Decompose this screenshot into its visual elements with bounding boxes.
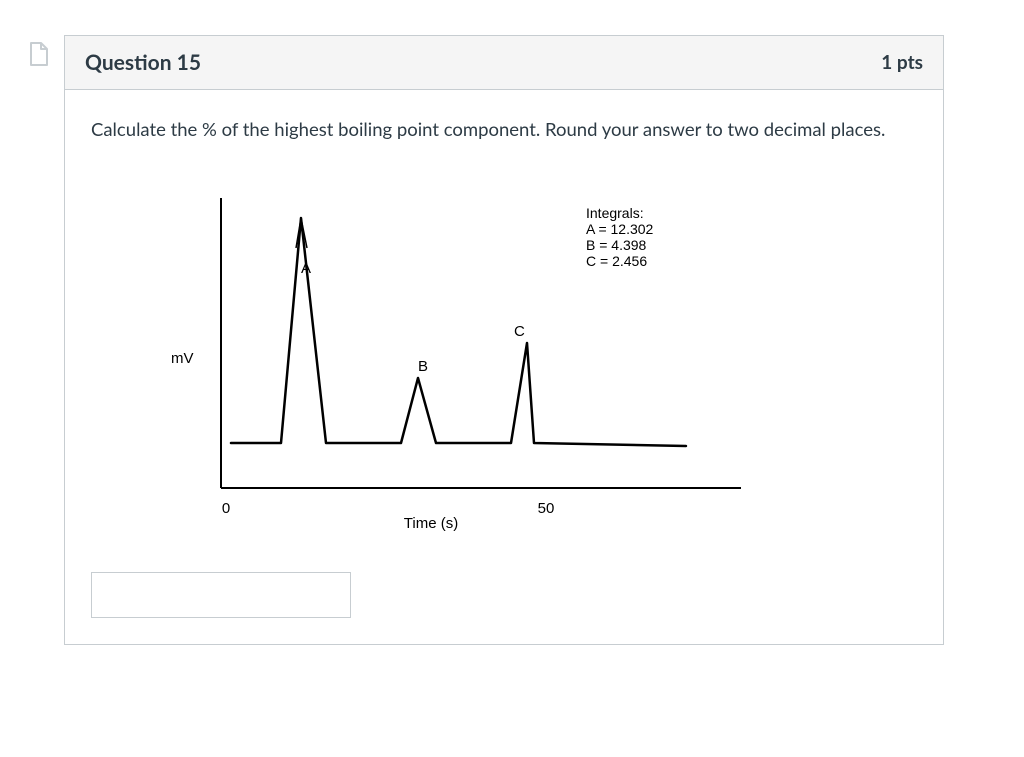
question-card: Question 15 1 pts Calculate the % of the… (64, 35, 944, 645)
x-tick-0: 0 (222, 500, 230, 517)
integrals-line-b: B = 4.398 (586, 237, 647, 253)
y-axis-label: mV (171, 350, 194, 367)
peak-label-c: C (514, 323, 525, 340)
question-body: Calculate the % of the highest boiling p… (65, 90, 943, 644)
chromatogram-svg: mV A B C Integrals: A = 12.302 B = 4.398… (131, 178, 771, 538)
integrals-title: Integrals: (586, 205, 644, 221)
peak-label-b: B (418, 358, 428, 375)
x-tick-50: 50 (538, 500, 555, 517)
question-header: Question 15 1 pts (65, 36, 943, 90)
question-prompt: Calculate the % of the highest boiling p… (91, 116, 917, 144)
question-status-icon (28, 41, 50, 71)
integrals-line-a: A = 12.302 (586, 221, 654, 237)
chromatogram-figure: mV A B C Integrals: A = 12.302 B = 4.398… (131, 178, 917, 542)
integrals-line-c: C = 2.456 (586, 253, 647, 269)
question-title: Question 15 (85, 50, 201, 75)
question-points: 1 pts (881, 51, 923, 74)
peak-label-a: A (301, 260, 311, 277)
x-axis-label: Time (s) (404, 515, 458, 532)
answer-input[interactable] (91, 572, 351, 618)
